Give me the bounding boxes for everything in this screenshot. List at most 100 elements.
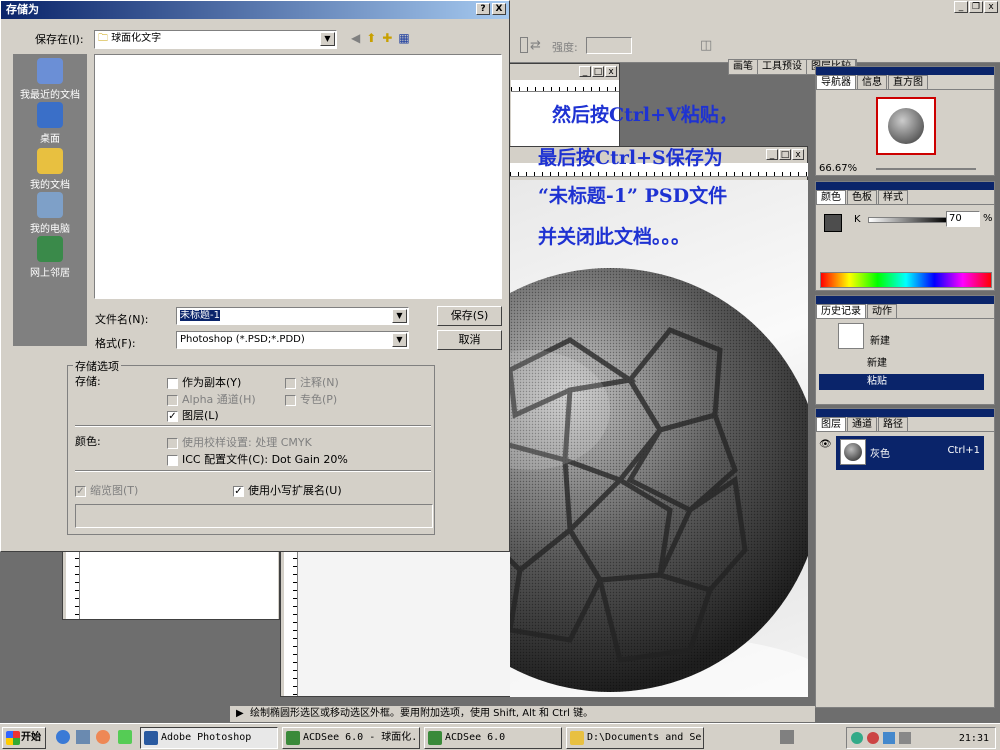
tab-history[interactable]: 历史记录 xyxy=(816,304,866,318)
history-item-selected[interactable]: 粘贴 xyxy=(819,374,984,390)
instruction-line-1: 然后按Ctrl+V粘贴， xyxy=(552,104,738,126)
app-restore-button[interactable]: ❐ xyxy=(969,1,983,13)
task-explorer[interactable]: D:\Documents and Se... xyxy=(566,727,704,749)
foreground-color-swatch[interactable] xyxy=(824,214,842,232)
tab-navigator[interactable]: 导航器 xyxy=(816,75,856,89)
format-value: Photoshop (*.PSD;*.PDD) xyxy=(180,334,305,345)
history-item[interactable]: 新建 xyxy=(819,356,984,372)
icc-checkbox[interactable] xyxy=(167,454,178,466)
recent-icon xyxy=(37,58,63,84)
palette-well-tab[interactable]: 画笔 xyxy=(729,60,758,74)
format-dropdown[interactable]: Photoshop (*.PSD;*.PDD) ▼ xyxy=(176,331,409,349)
doc-close-button[interactable]: x xyxy=(605,66,617,77)
tray-icon[interactable] xyxy=(867,732,879,744)
spot-checkbox xyxy=(285,394,296,406)
folder-icon xyxy=(570,731,584,745)
opacity-field[interactable] xyxy=(586,37,632,54)
save-in-dropdown[interactable]: 🗀 球面化文字 ▼ xyxy=(94,30,337,49)
browser-icon[interactable] xyxy=(96,730,110,744)
place-recent[interactable]: 我最近的文档 xyxy=(10,58,90,101)
lowercase-checkbox[interactable]: ✓ xyxy=(233,485,244,497)
back-icon[interactable]: ◀ xyxy=(351,31,360,45)
tab-swatches[interactable]: 色板 xyxy=(847,190,877,204)
layers-checkbox[interactable]: ✓ xyxy=(167,410,178,422)
windows-logo-icon xyxy=(6,731,20,745)
start-button[interactable]: 开始 xyxy=(2,727,46,749)
annotations-checkbox xyxy=(285,377,296,389)
clock: 21:31 xyxy=(958,732,989,744)
taskbar: 开始 Adobe Photoshop ACDSee 6.0 - 球面化... A… xyxy=(0,723,1000,750)
task-acdsee-1[interactable]: ACDSee 6.0 - 球面化... xyxy=(282,727,420,749)
tab-actions[interactable]: 动作 xyxy=(867,304,897,318)
chevron-down-icon[interactable]: ▼ xyxy=(392,333,407,347)
snapshot-label[interactable]: 新建 xyxy=(870,332,890,347)
tab-styles[interactable]: 样式 xyxy=(878,190,908,204)
place-my-documents[interactable]: 我的文档 xyxy=(10,148,90,191)
cancel-button[interactable]: 取消 xyxy=(437,330,502,350)
tab-color[interactable]: 颜色 xyxy=(816,190,846,204)
tab-paths[interactable]: 路径 xyxy=(878,417,908,431)
annotations-option: 注释(N) xyxy=(285,374,339,390)
as-copy-checkbox[interactable] xyxy=(167,377,178,389)
save-options-title: 存储选项 xyxy=(73,358,121,374)
layer-row[interactable]: 灰色 Ctrl+1 xyxy=(836,436,984,470)
status-arrow-icon[interactable]: ▶ xyxy=(236,706,244,722)
save-button[interactable]: 保存(S) xyxy=(437,306,502,326)
view-menu-icon[interactable]: ▦ xyxy=(398,31,409,45)
dialog-close-button[interactable]: X xyxy=(492,3,506,15)
ie-icon[interactable] xyxy=(56,730,70,744)
doc-maximize-button[interactable]: □ xyxy=(779,149,791,160)
help-button[interactable]: ? xyxy=(476,3,490,15)
tray-icon[interactable] xyxy=(883,732,895,744)
icc-option[interactable]: ICC 配置文件(C): Dot Gain 20% xyxy=(167,451,348,467)
desktop-quicklaunch-icon[interactable] xyxy=(76,730,90,744)
layers-option[interactable]: ✓ 图层(L) xyxy=(167,407,219,423)
up-folder-icon[interactable]: ⬆ xyxy=(366,31,376,45)
vertical-ruler xyxy=(284,551,298,696)
doc-minimize-button[interactable]: _ xyxy=(579,66,591,77)
place-desktop[interactable]: 桌面 xyxy=(10,102,90,145)
tray-icon[interactable] xyxy=(851,732,863,744)
tab-histogram[interactable]: 直方图 xyxy=(888,75,928,89)
tab-info[interactable]: 信息 xyxy=(857,75,887,89)
file-list[interactable] xyxy=(94,54,502,299)
divider xyxy=(75,470,431,472)
color-spectrum-bar[interactable] xyxy=(820,272,992,288)
divider xyxy=(75,425,431,427)
navigator-zoom[interactable]: 66.67% xyxy=(819,163,857,174)
navigator-thumbnail[interactable] xyxy=(876,97,936,155)
lowercase-option[interactable]: ✓ 使用小写扩展名(U) xyxy=(233,482,342,498)
task-acdsee-2[interactable]: ACDSee 6.0 xyxy=(424,727,562,749)
instruction-line-3: “未标题-1” PSD文件 xyxy=(538,185,728,207)
system-tray: 21:31 xyxy=(846,727,996,749)
as-copy-option[interactable]: 作为副本(Y) xyxy=(167,374,241,390)
tab-channels[interactable]: 通道 xyxy=(847,417,877,431)
palette-well-tab[interactable]: 工具预设 xyxy=(758,60,807,74)
doc-maximize-button[interactable]: □ xyxy=(592,66,604,77)
filename-input[interactable]: 未标题-1 ▼ xyxy=(176,307,409,325)
k-slider[interactable] xyxy=(868,217,948,223)
eye-icon[interactable]: 👁 xyxy=(819,439,833,453)
snapshot-thumbnail[interactable] xyxy=(838,323,864,349)
zoom-slider[interactable] xyxy=(876,168,976,170)
doc-close-button[interactable]: x xyxy=(792,149,804,160)
k-value-field[interactable]: 70 xyxy=(946,211,980,227)
app-minimize-button[interactable]: _ xyxy=(954,1,968,13)
place-network[interactable]: 网上邻居 xyxy=(10,236,90,279)
acdsee-icon xyxy=(286,731,300,745)
tab-layers[interactable]: 图层 xyxy=(816,417,846,431)
chevron-down-icon[interactable]: ▼ xyxy=(392,309,407,323)
panel-titlebar xyxy=(816,67,994,75)
status-text: 绘制椭圆形选区或移动选区外框。要用附加选项，使用 Shift, Alt 和 Ct… xyxy=(250,708,594,719)
tray-toggle-icon[interactable] xyxy=(780,730,794,744)
volume-icon[interactable] xyxy=(899,732,911,744)
task-photoshop[interactable]: Adobe Photoshop xyxy=(140,727,278,749)
layer-shortcut: Ctrl+1 xyxy=(947,445,980,456)
app-close-button[interactable]: x xyxy=(984,1,998,13)
place-my-computer[interactable]: 我的电脑 xyxy=(10,192,90,235)
new-folder-icon[interactable]: ✚ xyxy=(382,31,392,45)
quicklaunch-icon[interactable] xyxy=(118,730,132,744)
chevron-down-icon[interactable]: ▼ xyxy=(320,32,335,46)
doc-minimize-button[interactable]: _ xyxy=(766,149,778,160)
document-canvas-left-part xyxy=(298,551,510,696)
